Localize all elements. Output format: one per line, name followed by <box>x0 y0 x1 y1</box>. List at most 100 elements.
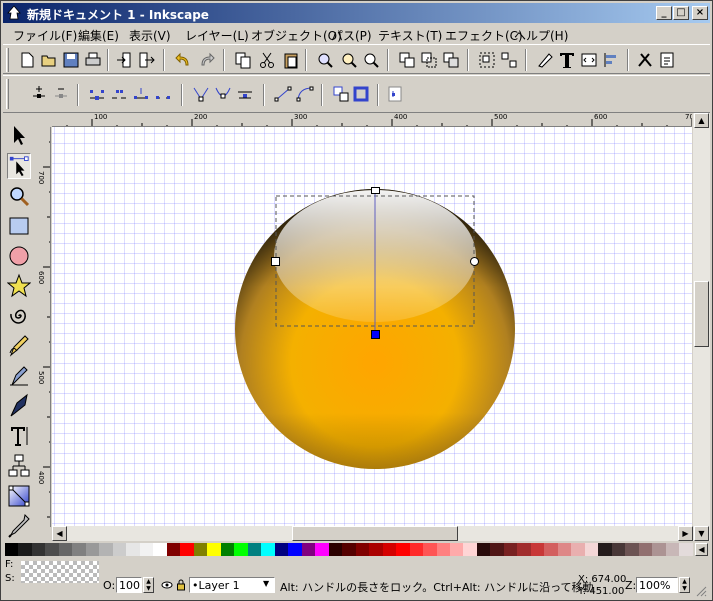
zoom-spinner[interactable]: ▲ ▼ <box>679 577 690 593</box>
close-button[interactable]: × <box>692 6 708 20</box>
lock-icon[interactable] <box>176 578 186 591</box>
vertical-scrollbar[interactable]: ▲ ▼ <box>693 113 710 541</box>
scroll-down-button[interactable]: ▼ <box>694 526 709 541</box>
zoom-page-icon[interactable] <box>361 50 381 70</box>
ellipse-tool-icon[interactable] <box>7 243 31 269</box>
connector-tool-icon[interactable] <box>7 453 31 479</box>
palette-swatch[interactable] <box>436 543 450 556</box>
star-tool-icon[interactable] <box>7 273 31 299</box>
horizontal-scrollbar[interactable]: ◀ ▶ <box>52 526 693 541</box>
palette-swatch[interactable] <box>584 543 599 556</box>
smooth-node-icon[interactable] <box>213 84 233 104</box>
cusp-node-icon[interactable] <box>191 84 211 104</box>
palette-swatch[interactable] <box>652 543 666 556</box>
palette-swatch[interactable] <box>234 543 248 556</box>
palette-swatch[interactable] <box>207 543 221 556</box>
palette-swatch[interactable] <box>139 543 154 556</box>
minimize-button[interactable]: _ <box>656 6 672 20</box>
menu-path[interactable]: パス(P) <box>331 27 372 44</box>
palette-swatch[interactable] <box>315 543 329 556</box>
curve-segment-icon[interactable] <box>295 84 315 104</box>
redo-icon[interactable] <box>197 50 217 70</box>
preferences-icon[interactable] <box>635 50 655 70</box>
save-icon[interactable] <box>61 50 81 70</box>
palette-swatch[interactable] <box>598 543 612 556</box>
palette-swatch[interactable] <box>247 543 262 556</box>
palette-swatch[interactable] <box>274 543 289 556</box>
align-icon[interactable] <box>601 50 621 70</box>
menu-help[interactable]: ヘルプ(H) <box>514 27 568 44</box>
cut-icon[interactable] <box>257 50 277 70</box>
layer-select[interactable]: •Layer 1 ▼ <box>189 577 275 593</box>
insert-node-icon[interactable] <box>29 84 49 104</box>
resize-grip-icon[interactable] <box>695 585 707 597</box>
palette-swatch[interactable] <box>638 543 653 556</box>
opacity-input[interactable]: 100 <box>116 577 142 593</box>
menu-effects[interactable]: エフェクト(C) <box>445 27 523 44</box>
clone-icon[interactable] <box>419 50 439 70</box>
palette-swatch[interactable] <box>571 543 585 556</box>
gradient-handle-left[interactable] <box>271 257 280 266</box>
palette-swatch[interactable] <box>463 543 477 556</box>
vertical-ruler[interactable]: 700 600 500 400 <box>36 127 51 527</box>
palette-swatch[interactable] <box>5 543 19 556</box>
zoom-drawing-icon[interactable] <box>339 50 359 70</box>
delete-node-icon[interactable] <box>51 84 71 104</box>
node-tool-icon[interactable] <box>7 153 31 179</box>
calligraphy-tool-icon[interactable] <box>7 393 31 419</box>
scroll-right-button[interactable]: ▶ <box>678 526 693 541</box>
palette-swatch[interactable] <box>18 543 32 556</box>
selector-tool-icon[interactable] <box>7 123 31 149</box>
palette-swatch[interactable] <box>557 543 572 556</box>
export-icon[interactable] <box>137 50 157 70</box>
join-segment-icon[interactable] <box>131 84 151 104</box>
group-icon[interactable] <box>477 50 497 70</box>
unlink-clone-icon[interactable] <box>441 50 461 70</box>
menu-file[interactable]: ファイル(F) <box>13 27 77 44</box>
object-to-path-icon[interactable] <box>331 84 351 104</box>
gradient-handle-center[interactable] <box>371 330 380 339</box>
spiral-tool-icon[interactable] <box>7 303 31 329</box>
zoom-tool-icon[interactable] <box>7 183 31 209</box>
text-tool-icon[interactable] <box>7 423 31 449</box>
scroll-up-button[interactable]: ▲ <box>694 113 709 128</box>
palette-swatch[interactable] <box>45 543 59 556</box>
palette-swatch[interactable] <box>517 543 531 556</box>
palette-swatch[interactable] <box>355 543 370 556</box>
eye-icon[interactable] <box>161 579 173 591</box>
drawing-canvas[interactable] <box>52 127 692 527</box>
palette-swatch[interactable] <box>301 543 316 556</box>
palette-swatch[interactable] <box>58 543 73 556</box>
horizontal-scroll-thumb[interactable] <box>292 526 458 541</box>
opacity-spinner[interactable]: ▲ ▼ <box>143 577 154 593</box>
new-icon[interactable] <box>17 50 37 70</box>
duplicate-icon[interactable] <box>397 50 417 70</box>
fill-stroke-indicator[interactable] <box>21 561 99 583</box>
palette-swatch[interactable] <box>288 543 302 556</box>
menu-object[interactable]: オブジェクト(O) <box>251 27 342 44</box>
symmetric-node-icon[interactable] <box>235 84 255 104</box>
break-path-icon[interactable] <box>109 84 129 104</box>
palette-swatch[interactable] <box>342 543 356 556</box>
pencil-tool-icon[interactable] <box>7 333 31 359</box>
palette-swatch[interactable] <box>611 543 626 556</box>
menu-text[interactable]: テキスト(T) <box>378 27 442 44</box>
palette-swatch[interactable] <box>31 543 46 556</box>
palette-swatch[interactable] <box>99 543 113 556</box>
zoom-input[interactable]: 100% <box>636 577 678 593</box>
delete-segment-icon[interactable] <box>153 84 173 104</box>
palette-swatch[interactable] <box>126 543 140 556</box>
palette-swatch[interactable] <box>503 543 518 556</box>
rectangle-tool-icon[interactable] <box>7 213 31 239</box>
open-icon[interactable] <box>39 50 59 70</box>
palette-swatch[interactable] <box>490 543 504 556</box>
scroll-left-button[interactable]: ◀ <box>52 526 67 541</box>
gradient-handle-right[interactable] <box>470 257 479 266</box>
palette-swatch[interactable] <box>396 543 410 556</box>
palette-scroll-button[interactable]: ◀ <box>695 543 708 556</box>
show-handles-icon[interactable] <box>385 84 405 104</box>
palette-swatch[interactable] <box>625 543 639 556</box>
toolbar-grip[interactable] <box>6 79 9 109</box>
palette-swatch[interactable] <box>261 543 275 556</box>
fill-stroke-icon[interactable] <box>535 50 555 70</box>
